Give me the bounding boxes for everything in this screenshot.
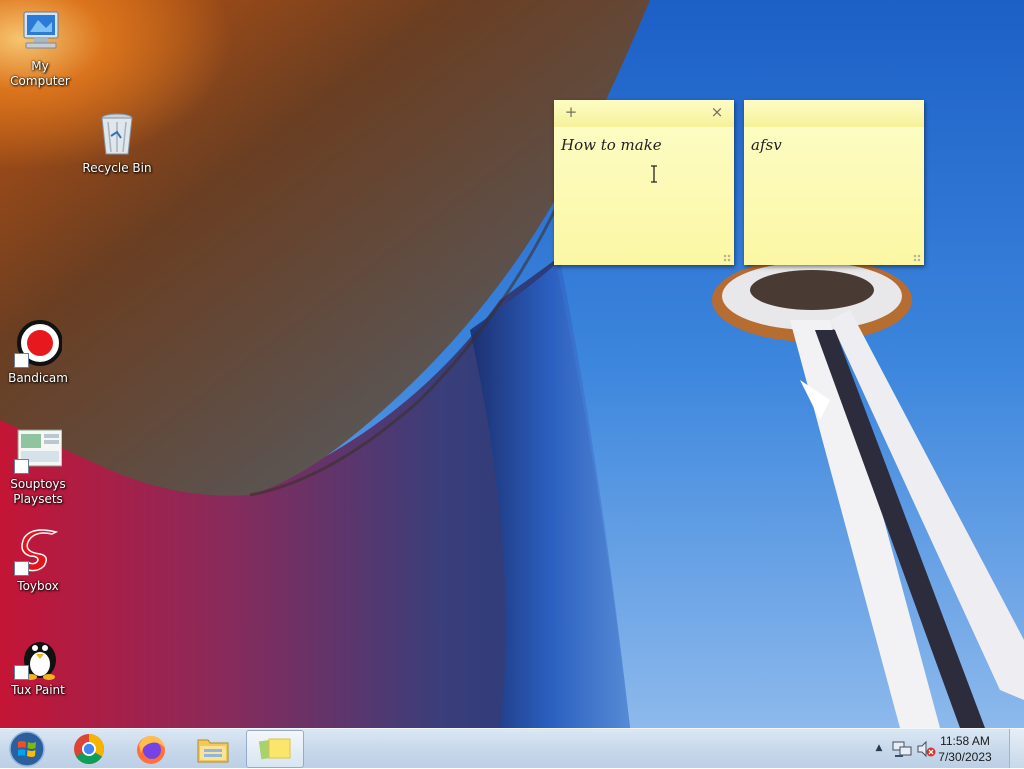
sticky-note-titlebar[interactable]: + × — [554, 100, 734, 127]
desktop[interactable]: My Computer Recycle Bin Bandicam Souptoy… — [0, 0, 1024, 728]
close-note-button[interactable]: × — [708, 103, 726, 121]
taskbar-sticky-notes-button[interactable] — [246, 730, 304, 768]
shortcut-arrow-icon — [14, 665, 29, 680]
toybox-icon — [14, 528, 62, 576]
sticky-note-text[interactable]: How to make — [561, 136, 726, 154]
sticky-note-2[interactable]: afsv — [744, 100, 924, 265]
shortcut-arrow-icon — [14, 561, 29, 576]
taskbar-file-explorer-button[interactable] — [184, 730, 242, 768]
clock-time: 11:58 AM — [940, 734, 990, 748]
desktop-icon-recycle-bin[interactable]: Recycle Bin — [77, 110, 157, 176]
desktop-icon-label: My Computer — [10, 59, 70, 88]
show-hidden-icons-button[interactable]: ▲ — [872, 741, 886, 755]
desktop-icon-label: Toybox — [17, 579, 59, 593]
chrome-icon — [74, 734, 105, 765]
shortcut-arrow-icon — [14, 459, 29, 474]
add-note-button[interactable]: + — [562, 103, 580, 121]
sticky-note-titlebar[interactable] — [744, 100, 924, 127]
clock[interactable]: 11:58 AM 7/30/2023 — [930, 733, 1000, 765]
desktop-icon-tux-paint[interactable]: Tux Paint — [0, 632, 78, 698]
desktop-icon-souptoys[interactable]: Souptoys Playsets — [0, 426, 78, 507]
desktop-icon-bandicam[interactable]: Bandicam — [0, 320, 78, 386]
shortcut-arrow-icon — [14, 353, 29, 368]
desktop-icon-label: Bandicam — [8, 371, 68, 385]
desktop-icon-toybox[interactable]: Toybox — [0, 528, 78, 594]
show-desktop-button[interactable] — [1009, 729, 1024, 768]
computer-icon — [16, 8, 64, 56]
desktop-icon-my-computer[interactable]: My Computer — [0, 8, 80, 89]
text-cursor-icon — [651, 165, 657, 183]
tux-paint-icon — [14, 632, 62, 680]
start-button[interactable] — [0, 730, 54, 768]
bandicam-icon — [14, 320, 63, 368]
taskbar-chrome-button[interactable] — [60, 730, 118, 768]
file-explorer-icon — [197, 739, 229, 763]
windows-start-icon — [9, 731, 45, 767]
sticky-note-1[interactable]: + × How to make — [554, 100, 734, 265]
recycle-bin-icon — [93, 110, 141, 158]
resize-grip-icon[interactable] — [723, 254, 731, 262]
clock-date: 7/30/2023 — [938, 750, 992, 764]
desktop-icon-label: Tux Paint — [11, 683, 65, 697]
system-tray: ▲ 11:58 AM 7/30/2023 — [864, 729, 1024, 769]
network-icon[interactable] — [892, 740, 912, 758]
desktop-icon-label: Recycle Bin — [82, 161, 152, 175]
taskbar: ▲ 11:58 AM 7/30/2023 — [0, 728, 1024, 768]
sticky-note-text[interactable]: afsv — [751, 136, 916, 154]
resize-grip-icon[interactable] — [913, 254, 921, 262]
souptoys-icon — [14, 426, 63, 474]
taskbar-firefox-button[interactable] — [122, 730, 180, 768]
sticky-notes-icon — [258, 738, 291, 760]
desktop-icon-label: Souptoys Playsets — [10, 477, 66, 506]
firefox-icon — [137, 735, 165, 764]
